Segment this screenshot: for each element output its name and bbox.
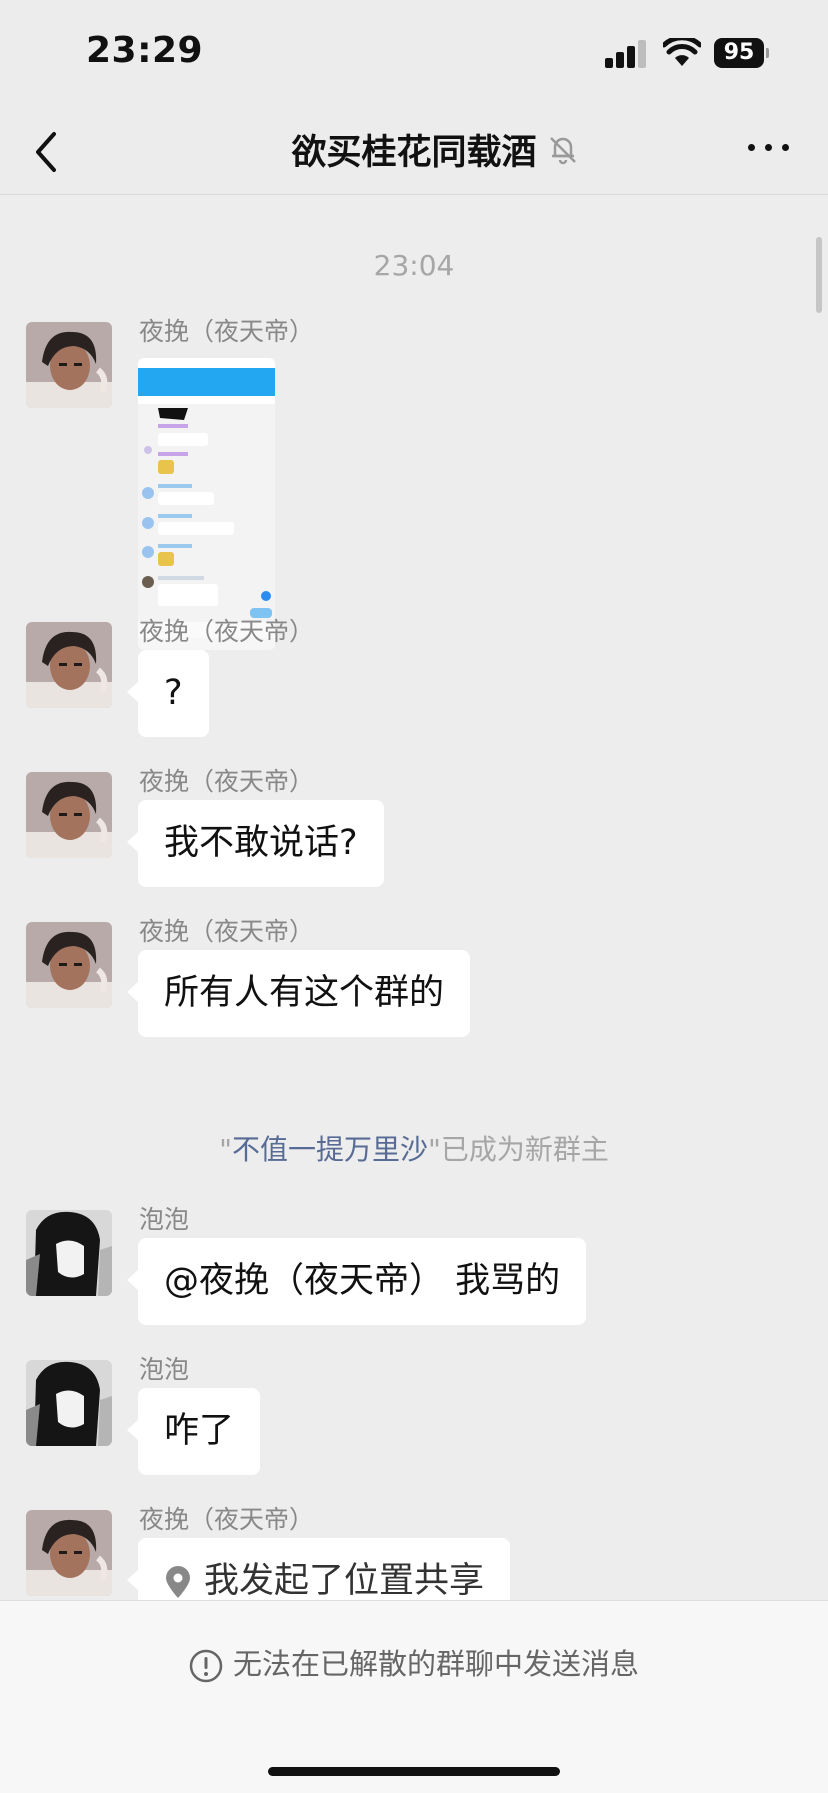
message-bubble[interactable]: ? xyxy=(127,650,209,737)
status-time: 23:29 xyxy=(86,30,204,71)
wifi-icon xyxy=(663,38,701,66)
cellular-signal-icon xyxy=(605,40,647,68)
message-bubble[interactable]: 所有人有这个群的 xyxy=(126,950,471,1037)
battery-level: 95 xyxy=(714,38,764,68)
info-exclamation-icon xyxy=(189,1649,223,1683)
avatar-yewan[interactable] xyxy=(26,322,112,408)
message-bubble[interactable]: 我不敢说话? xyxy=(127,800,384,887)
sender-name: 夜挽（夜天帝） xyxy=(139,317,315,346)
system-notice: "不值一提万里沙"已成为新群主 xyxy=(219,1133,609,1166)
location-share-text: 我发起了位置共享 xyxy=(204,1561,485,1600)
avatar-paopao[interactable] xyxy=(26,1210,112,1296)
avatar-paopao[interactable] xyxy=(26,1360,112,1446)
avatar-yewan[interactable] xyxy=(26,622,112,708)
sender-name: 夜挽（夜天帝） xyxy=(139,917,315,946)
avatar-yewan[interactable] xyxy=(26,1510,112,1596)
more-options-icon[interactable] xyxy=(746,134,792,158)
sender-name: 泡泡 xyxy=(139,1355,190,1384)
avatar-yewan[interactable] xyxy=(26,922,112,1008)
new-owner-link[interactable]: 不值一提万里沙 xyxy=(232,1133,428,1166)
mute-bell-icon xyxy=(550,137,576,165)
sender-name: 夜挽（夜天帝） xyxy=(139,767,315,796)
disabled-input-bar: 无法在已解散的群聊中发送消息 xyxy=(0,1600,828,1793)
home-indicator[interactable] xyxy=(268,1767,560,1776)
message-list[interactable]: 23:04 夜挽（夜天帝） 夜挽（夜天帝） ? 夜挽（夜天帝） 我不敢说话? 夜… xyxy=(0,195,828,1600)
message-timestamp: 23:04 xyxy=(373,249,455,282)
avatar-yewan[interactable] xyxy=(26,772,112,858)
sender-name: 泡泡 xyxy=(139,1205,190,1234)
image-message-thumbnail[interactable] xyxy=(138,358,275,650)
message-bubble[interactable]: @夜挽（夜天帝） 我骂的 xyxy=(126,1238,587,1325)
message-bubble[interactable]: 咋了 xyxy=(126,1388,261,1475)
location-share-bubble[interactable]: 我发起了位置共享 xyxy=(126,1538,511,1600)
sender-name: 夜挽（夜天帝） xyxy=(139,1505,315,1534)
battery-icon: 95 xyxy=(714,38,769,68)
chat-title: 欲买桂花同载酒 xyxy=(291,133,537,173)
status-bar: 23:29 95 xyxy=(0,0,828,110)
location-pin-icon xyxy=(166,1566,190,1598)
sender-name: 夜挽（夜天帝） xyxy=(139,617,315,646)
nav-bar: 欲买桂花同载酒 xyxy=(0,110,828,195)
dissolved-group-notice: 无法在已解散的群聊中发送消息 xyxy=(0,1641,828,1683)
